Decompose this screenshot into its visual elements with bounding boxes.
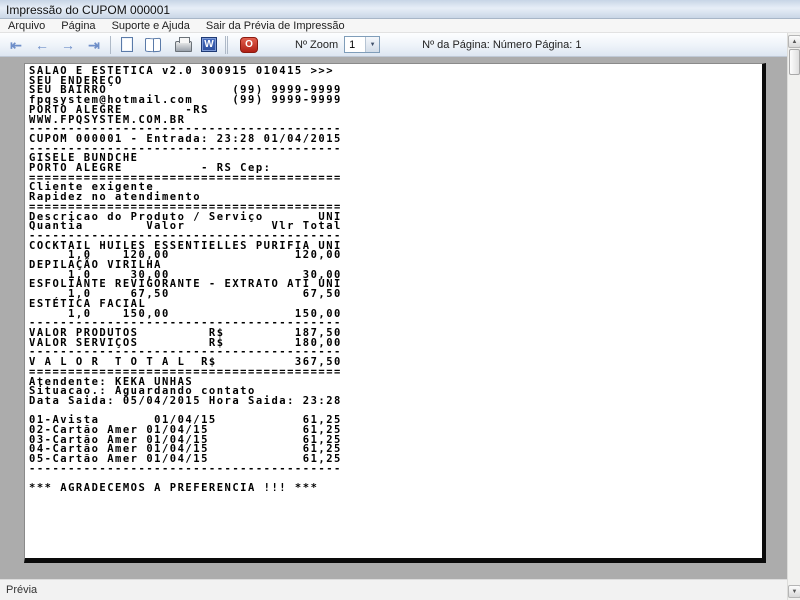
next-page-icon: → xyxy=(61,38,75,52)
scroll-thumb[interactable] xyxy=(789,49,800,75)
last-page-icon: ⇥ xyxy=(88,38,100,52)
menu-bar: Arquivo Página Suporte e Ajuda Sair da P… xyxy=(0,19,800,33)
print-button[interactable] xyxy=(171,34,195,55)
toolbar-separator xyxy=(110,36,111,54)
menu-suporte-ajuda[interactable]: Suporte e Ajuda xyxy=(104,19,198,33)
first-page-icon: ⇤ xyxy=(10,38,22,52)
chevron-down-icon: ▼ xyxy=(370,42,376,48)
first-page-button[interactable]: ⇤ xyxy=(4,34,28,55)
zoom-value: 1 xyxy=(345,39,365,51)
zoom-dropdown-button[interactable]: ▼ xyxy=(365,37,379,52)
menu-arquivo[interactable]: Arquivo xyxy=(0,19,53,33)
single-page-icon xyxy=(121,37,133,52)
status-text: Prévia xyxy=(0,584,37,596)
preview-area: SALAO E ESTETICA v2.0 300915 010415 >>> … xyxy=(0,57,787,578)
scroll-down-button[interactable]: ▼ xyxy=(788,585,800,598)
scroll-up-icon: ▲ xyxy=(792,39,798,45)
receipt-text: SALAO E ESTETICA v2.0 300915 010415 >>> … xyxy=(29,67,762,494)
title-bar: Impressão do CUPOM 000001 xyxy=(0,0,800,19)
scroll-up-button[interactable]: ▲ xyxy=(788,35,800,48)
menu-pagina[interactable]: Página xyxy=(53,19,103,33)
scroll-down-icon: ▼ xyxy=(792,589,798,595)
last-page-button[interactable]: ⇥ xyxy=(82,34,106,55)
two-page-icon xyxy=(145,38,161,52)
toolbar-separator-double xyxy=(225,36,226,54)
close-preview-button[interactable]: O xyxy=(237,34,261,55)
zoom-label: Nº Zoom xyxy=(295,39,338,51)
zoom-select[interactable]: 1 ▼ xyxy=(344,36,380,53)
next-page-button[interactable]: → xyxy=(56,34,80,55)
single-page-view-button[interactable] xyxy=(115,34,139,55)
exit-icon: O xyxy=(240,37,258,53)
two-page-view-button[interactable] xyxy=(141,34,165,55)
page-number-status: Nº da Página: Número Página: 1 xyxy=(422,39,581,51)
print-preview-window: Impressão do CUPOM 000001 Arquivo Página… xyxy=(0,0,800,600)
vertical-scrollbar[interactable]: ▲ ▼ xyxy=(787,33,800,600)
previous-page-button[interactable]: ← xyxy=(30,34,54,55)
window-title: Impressão do CUPOM 000001 xyxy=(6,3,170,17)
status-bar: Prévia xyxy=(0,579,787,600)
printer-icon xyxy=(175,41,192,52)
previous-page-icon: ← xyxy=(35,38,49,52)
word-icon: W xyxy=(201,37,217,52)
toolbar: ⇤ ← → ⇥ W O Nº Zoom 1 xyxy=(0,33,787,57)
menu-sair-previa[interactable]: Sair da Prévia de Impressão xyxy=(198,19,353,33)
export-word-button[interactable]: W xyxy=(197,34,221,55)
receipt-page: SALAO E ESTETICA v2.0 300915 010415 >>> … xyxy=(24,63,766,563)
